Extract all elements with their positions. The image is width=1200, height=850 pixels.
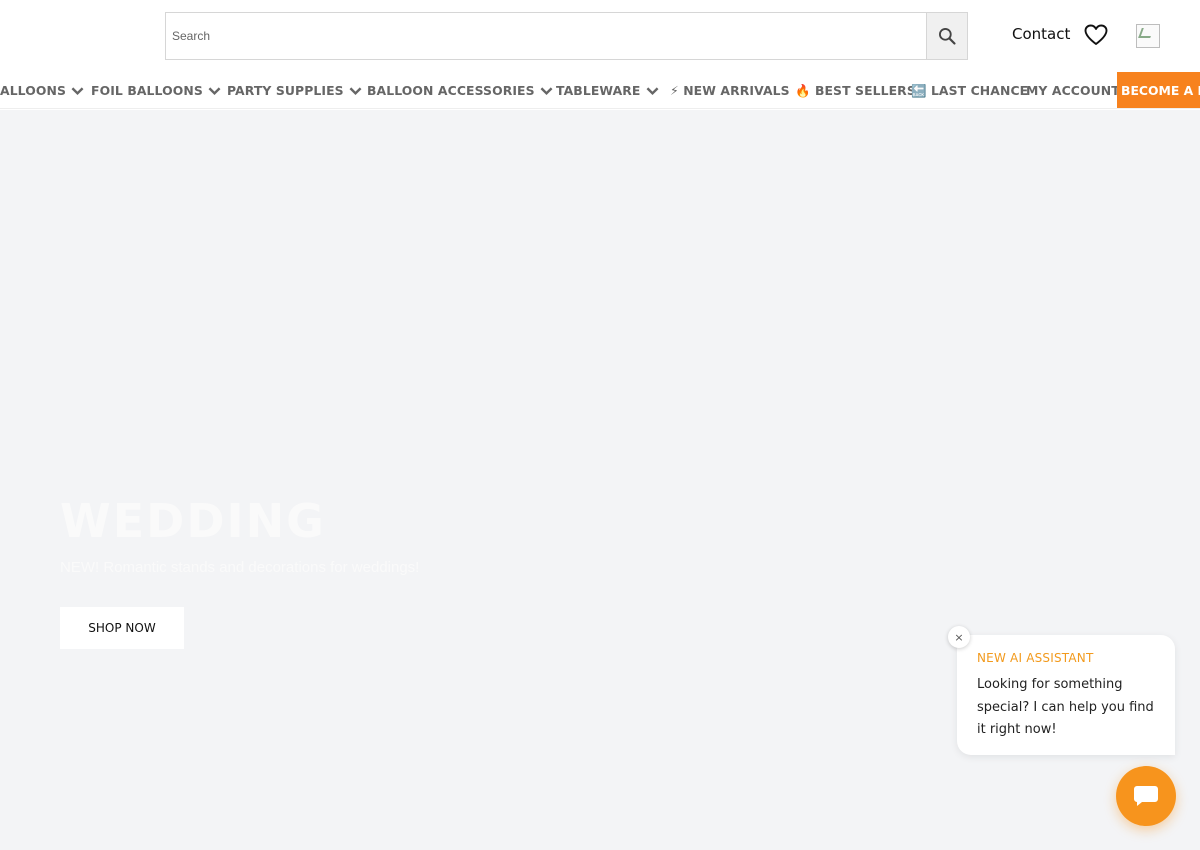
nav-item-label: BALLOON ACCESSORIES [367,83,535,98]
nav-item-label: TABLEWARE [556,83,641,98]
chevron-down-icon [71,86,84,95]
site-header: Contact [0,0,1200,72]
chevron-down-icon [208,86,221,95]
close-icon[interactable]: × [948,626,970,648]
nav-item-label: ⚡ NEW ARRIVALS [670,83,790,98]
search-icon [939,28,956,45]
chat-bubble-icon [1134,786,1158,806]
chevron-down-icon [540,86,553,95]
nav-item-tableware[interactable]: TABLEWARE [556,72,659,108]
broken-image-icon[interactable] [1136,24,1160,48]
wishlist-button[interactable] [1084,24,1108,46]
main-navigation: ALLOONS FOIL BALLOONS PARTY SUPPLIES BAL… [0,72,1200,109]
chat-message: Looking for something special? I can hel… [977,677,1154,737]
nav-item-label: FOIL BALLOONS [91,83,203,98]
hero-title: WEDDING [60,494,326,548]
chat-prompt-bubble[interactable]: NEW AI ASSISTANT Looking for something s… [957,635,1175,755]
chevron-down-icon [646,86,658,95]
shop-now-button[interactable]: SHOP NOW [60,607,184,649]
search-bar [165,12,968,60]
nav-item-my-account[interactable]: MY ACCOUNT [1026,72,1120,108]
nav-item-new-arrivals[interactable]: ⚡ NEW ARRIVALS [670,72,790,108]
chat-launcher-button[interactable] [1116,766,1176,826]
chevron-down-icon [349,86,362,95]
chat-heading: NEW AI ASSISTANT [977,651,1094,665]
nav-item-foil-balloons[interactable]: FOIL BALLOONS [91,72,221,108]
become-reseller-button[interactable]: BECOME A R [1117,72,1200,108]
nav-item-balloon-accessories[interactable]: BALLOON ACCESSORIES [367,72,553,108]
nav-item-label: ALLOONS [0,83,66,98]
nav-item-label: 🔥 BEST SELLERS [795,82,916,98]
search-input[interactable] [166,13,926,59]
search-button[interactable] [926,13,967,59]
nav-item-balloons[interactable]: ALLOONS [0,72,84,108]
nav-item-best-sellers[interactable]: 🔥 BEST SELLERS [795,72,916,108]
nav-item-party-supplies[interactable]: PARTY SUPPLIES [227,72,362,108]
nav-item-last-chance[interactable]: 🔙 LAST CHANCE [911,72,1029,108]
heart-icon [1084,24,1108,45]
contact-link[interactable]: Contact [1012,25,1070,43]
nav-item-label: MY ACCOUNT [1026,83,1120,98]
nav-item-label: PARTY SUPPLIES [227,83,344,98]
nav-item-label: 🔙 LAST CHANCE [911,82,1029,98]
hero-subtitle: NEW! Romantic stands and decorations for… [60,559,420,576]
